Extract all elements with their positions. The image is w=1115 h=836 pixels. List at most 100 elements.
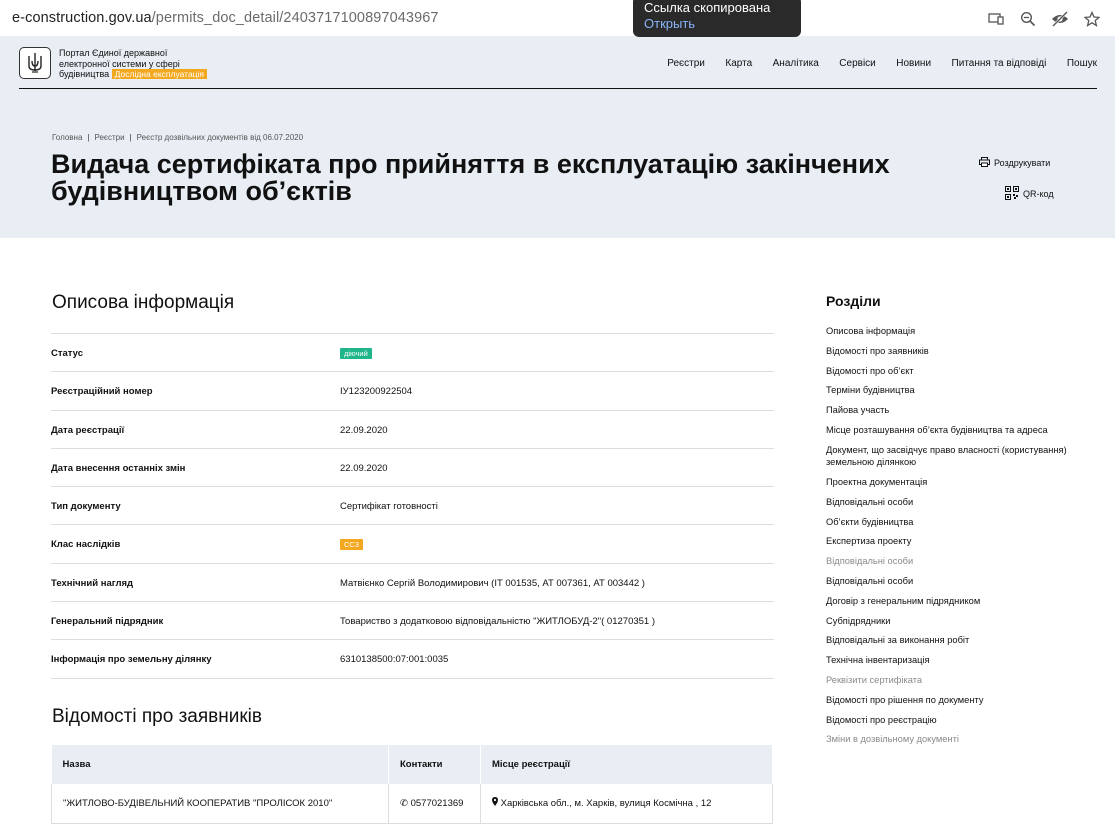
logo-line-1: Портал Єдиної державної — [59, 48, 168, 58]
info-value: 22.09.2020 — [340, 424, 388, 436]
main-nav: Реєстри Карта Аналітика Сервіси Новини П… — [647, 58, 1097, 69]
sidebar-item[interactable]: Відповідальні за виконання робіт — [826, 634, 1071, 647]
section-title-description: Описова інформація — [52, 292, 235, 313]
nav-map[interactable]: Карта — [725, 58, 752, 69]
info-label: Реєстраційний номер — [51, 386, 153, 398]
info-label: Дата внесення останніх змін — [51, 462, 186, 474]
sidebar-item[interactable]: Відповідальні особи — [826, 555, 1071, 568]
nav-services[interactable]: Сервіси — [839, 58, 875, 69]
table-row: "ЖИТЛОВО-БУДІВЕЛЬНИЙ КООПЕРАТИВ "ПРОЛІСО… — [51, 784, 773, 824]
sidebar-item[interactable]: Пайова участь — [826, 404, 1071, 417]
info-label: Технічний нагляд — [51, 577, 134, 589]
pilot-mode-badge: Дослідна експлуатація — [111, 69, 208, 79]
class-badge: СС3 — [340, 539, 364, 551]
column-header-name: Назва — [51, 745, 389, 784]
url-path: /permits_doc_detail/2403717100897043967 — [151, 10, 439, 26]
applicant-name: "ЖИТЛОВО-БУДІВЕЛЬНИЙ КООПЕРАТИВ "ПРОЛІСО… — [51, 784, 389, 824]
info-row-general-contractor: Генеральний підрядник Товариство з додат… — [51, 602, 774, 641]
nav-registries[interactable]: Реєстри — [667, 58, 705, 69]
sidebar-item[interactable]: Реквізити сертифіката — [826, 674, 1071, 687]
applicants-table: Назва Контакти Місце реєстрації "ЖИТЛОВО… — [51, 745, 773, 824]
sidebar-item[interactable]: Проектна документація — [826, 476, 1071, 489]
page-title: Видача сертифіката про прийняття в експл… — [51, 149, 890, 206]
sidebar-item[interactable]: Відомості про реєстрацію — [826, 714, 1071, 727]
info-value: Сертифікат готовності — [340, 501, 438, 513]
url-domain: e-construction.gov.ua — [12, 10, 152, 26]
sidebar-item[interactable]: Документ, що засвідчує право власності (… — [826, 444, 1071, 469]
info-row-land-plot: Інформація про земельну ділянку 63101385… — [51, 640, 774, 679]
qr-label: QR-код — [1023, 189, 1054, 199]
link-copied-toast: Ссылка скопирована Открыть — [633, 0, 801, 37]
sections-sidebar: Описова інформація Відомості про заявник… — [826, 325, 1071, 753]
phone-icon: ✆ — [400, 797, 408, 809]
info-value: 22.09.2020 — [340, 462, 388, 474]
sidebar-item[interactable]: Відомості про об’єкт — [826, 365, 1071, 378]
nav-faq[interactable]: Питання та відповіді — [952, 58, 1047, 69]
sidebar-item[interactable]: Технічна інвентаризація — [826, 654, 1071, 667]
info-value: ІУ123200922504 — [340, 386, 413, 398]
qr-code-button[interactable]: QR-код — [1005, 186, 1054, 202]
info-row-status: Статус діючий — [51, 334, 774, 373]
map-pin-icon — [492, 797, 498, 809]
sidebar-item[interactable]: Відповідальні особи — [826, 496, 1071, 509]
info-row-tech-supervision: Технічний нагляд Матвієнко Сергій Володи… — [51, 564, 774, 603]
nav-analytics[interactable]: Аналітика — [773, 58, 819, 69]
nav-news[interactable]: Новини — [896, 58, 931, 69]
column-header-registration-place: Місце реєстрації — [480, 745, 773, 784]
bookmark-star-icon[interactable] — [1082, 9, 1101, 28]
sidebar-item[interactable]: Експертиза проекту — [826, 535, 1071, 548]
logo-line-2: електронної системи у сфері — [59, 58, 180, 69]
cast-icon[interactable] — [986, 9, 1005, 28]
info-value: 6310138500:07:001:0035 — [340, 654, 449, 666]
column-header-contacts: Контакти — [388, 745, 481, 784]
breadcrumb: Головна | Реєстри | Реєстр дозвільних докуме… — [52, 133, 304, 142]
info-value: Товариство з додатковою відповідальністю… — [340, 616, 656, 628]
info-label: Статус — [51, 348, 84, 359]
info-row-doc-type: Тип документу Сертифікат готовності — [51, 487, 774, 526]
sidebar-title: Розділи — [826, 293, 881, 309]
info-value: Матвієнко Сергій Володимирович (ІТ 00153… — [340, 577, 645, 589]
qr-code-icon — [1005, 186, 1019, 202]
table-header-row: Назва Контакти Місце реєстрації — [51, 745, 773, 784]
portal-logo-text[interactable]: Портал Єдиної державної електронної сист… — [59, 48, 208, 80]
print-button[interactable]: Роздрукувати — [979, 157, 1050, 169]
eye-off-icon[interactable] — [1050, 9, 1069, 28]
browser-address-bar: e-construction.gov.ua/permits_doc_detail… — [0, 0, 1115, 36]
trident-logo-icon[interactable] — [19, 47, 51, 79]
breadcrumb-home[interactable]: Головна — [52, 133, 82, 142]
sidebar-item[interactable]: Відомості про рішення по документу — [826, 694, 1071, 707]
sidebar-item[interactable]: Відповідальні особи — [826, 575, 1071, 588]
breadcrumb-registries[interactable]: Реєстри — [94, 133, 124, 142]
print-label: Роздрукувати — [994, 158, 1051, 168]
zoom-icon[interactable] — [1018, 9, 1037, 28]
info-label: Інформація про земельну ділянку — [51, 654, 212, 666]
logo-line-3: будівництва — [59, 69, 110, 79]
sidebar-item[interactable]: Описова інформація — [826, 325, 1071, 338]
status-badge: діючий — [340, 348, 372, 359]
info-table: Статус діючий Реєстраційний номер ІУ1232… — [51, 333, 774, 679]
sidebar-item[interactable]: Договір з генеральним підрядником — [826, 595, 1071, 608]
info-row-last-change: Дата внесення останніх змін 22.09.2020 — [51, 449, 774, 488]
toast-title: Ссылка скопирована — [644, 0, 771, 15]
toast-open-link[interactable]: Открыть — [644, 16, 790, 31]
printer-icon — [979, 157, 990, 169]
header-divider — [19, 88, 1097, 89]
applicant-address: Харківська обл., м. Харків, вулиця Космі… — [500, 798, 712, 810]
sidebar-item[interactable]: Терміни будівництва — [826, 384, 1071, 397]
info-label: Тип документу — [51, 501, 121, 513]
applicant-phone[interactable]: 0577021369 — [411, 798, 464, 809]
sidebar-item[interactable]: Місце розташування об’єкта будівництва т… — [826, 424, 1071, 437]
info-label: Дата реєстрації — [51, 424, 125, 436]
section-title-applicants: Відомості про заявників — [52, 706, 262, 727]
breadcrumb-current: Реєстр дозвільних документів від 06.07.2… — [136, 133, 304, 142]
info-label: Клас наслідків — [51, 539, 121, 551]
sidebar-item[interactable]: Субпідрядники — [826, 615, 1071, 628]
sidebar-item[interactable]: Відомості про заявників — [826, 345, 1071, 358]
url-field[interactable]: e-construction.gov.ua/permits_doc_detail… — [12, 10, 439, 26]
applicant-address-cell: Харківська обл., м. Харків, вулиця Космі… — [480, 784, 773, 824]
nav-search[interactable]: Пошук — [1067, 58, 1097, 69]
info-row-reg-number: Реєстраційний номер ІУ123200922504 — [51, 372, 774, 411]
sidebar-item[interactable]: Об’єкти будівництва — [826, 516, 1071, 529]
applicant-phone-cell: ✆ 0577021369 — [388, 784, 481, 824]
sidebar-item[interactable]: Зміни в дозвільному документі — [826, 733, 1071, 746]
